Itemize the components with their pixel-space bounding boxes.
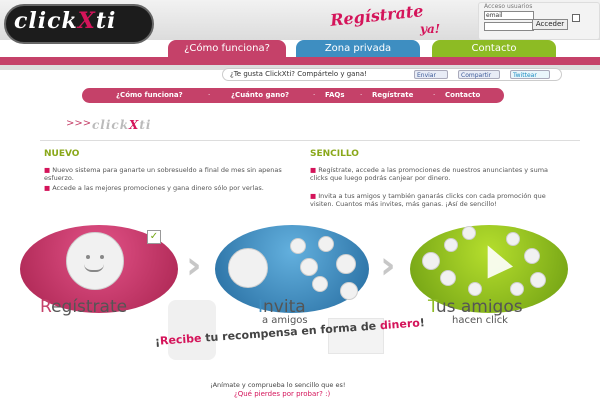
login-label: Acceso usuarios [484, 3, 533, 10]
nav-registrate[interactable]: Regístrate [372, 88, 413, 103]
facebook-like-button[interactable]: Enviar [414, 70, 448, 79]
register-now-ya[interactable]: ya! [420, 22, 440, 36]
divider [40, 140, 580, 141]
nuevo-title: NUEVO [44, 149, 80, 159]
smiley-icon [422, 252, 440, 270]
twitter-button[interactable]: Twittear [510, 70, 550, 79]
nav-como-funciona[interactable]: ¿Cómo funciona? [116, 88, 183, 103]
bullet-icon: ■ [310, 192, 319, 200]
nuevo-paragraph-1: ■ Nuevo sistema para ganarte un sobresue… [44, 166, 282, 182]
smiley-icon [510, 282, 524, 296]
step-friends-subtitle: hacen click [452, 315, 508, 326]
smiley-eye-icon [86, 255, 90, 259]
smiley-icon [66, 232, 124, 290]
small-logo: clickXti [92, 118, 152, 132]
nav-separator: · [433, 91, 436, 99]
chevron-right-icon: › [186, 243, 202, 287]
facebook-share-button[interactable]: Compartir [458, 70, 500, 79]
nav-faqs[interactable]: FAQs [325, 88, 345, 103]
nav-separator: · [208, 91, 211, 99]
smiley-icon [290, 238, 306, 254]
bullet-icon: ■ [310, 166, 319, 174]
smiley-icon [530, 272, 546, 288]
smiley-icon [318, 236, 334, 252]
share-text: ¿Te gusta ClickXti? Compártelo y gana! [230, 70, 367, 78]
login-button[interactable]: Acceder [532, 19, 568, 30]
step-register-title: Regístrate [40, 297, 128, 317]
tab-zona-privada[interactable]: Zona privada [296, 40, 420, 57]
smiley-icon [440, 270, 456, 286]
tab-contacto[interactable]: Contacto [432, 40, 556, 57]
logo-text: clickXti [14, 8, 117, 34]
bullet-icon: ■ [44, 184, 53, 192]
password-field[interactable] [484, 22, 534, 31]
smiley-eye-icon [100, 255, 104, 259]
nav-contacto[interactable]: Contacto [445, 88, 480, 103]
smiley-icon [336, 254, 356, 274]
smiley-icon [468, 282, 482, 296]
smiley-icon [340, 282, 358, 300]
step-friends-title: Tus amigos [428, 297, 523, 317]
sencillo-paragraph-2: ■ Invita a tus amigos y también ganarás … [310, 192, 546, 208]
remember-checkbox[interactable] [572, 14, 580, 22]
nav-cuanto-gano[interactable]: ¿Cuánto gano? [231, 88, 289, 103]
nav-separator: · [313, 91, 316, 99]
arrows-icon: >>> [66, 118, 92, 129]
footer-line-1: ¡Anímate y comprueba lo sencillo que es! [210, 381, 346, 389]
header-divider [0, 57, 600, 65]
nuevo-paragraph-2: ■ Accede a las mejores promociones y gan… [44, 184, 264, 192]
smiley-icon [444, 238, 458, 252]
checkmark-icon: ✓ [147, 230, 161, 244]
dollar-icon [168, 300, 216, 360]
sencillo-title: SENCILLO [310, 149, 359, 159]
step-invite-title: Invita [258, 297, 306, 317]
smiley-icon [462, 226, 476, 240]
smiley-icon [300, 258, 318, 276]
footer-line-2[interactable]: ¿Qué pierdes por probar? :) [234, 390, 330, 398]
smiley-icon [524, 248, 540, 264]
sencillo-paragraph-1: ■ Regístrate, accede a las promociones d… [310, 166, 549, 182]
nav-separator: · [360, 91, 363, 99]
tab-como-funciona[interactable]: ¿Cómo funciona? [168, 40, 286, 57]
smiley-icon [312, 276, 328, 292]
email-field[interactable]: email [484, 11, 534, 20]
chevron-right-icon: › [380, 243, 396, 287]
smiley-icon [506, 232, 520, 246]
smiley-icon [228, 248, 268, 288]
bullet-icon: ■ [44, 166, 53, 174]
